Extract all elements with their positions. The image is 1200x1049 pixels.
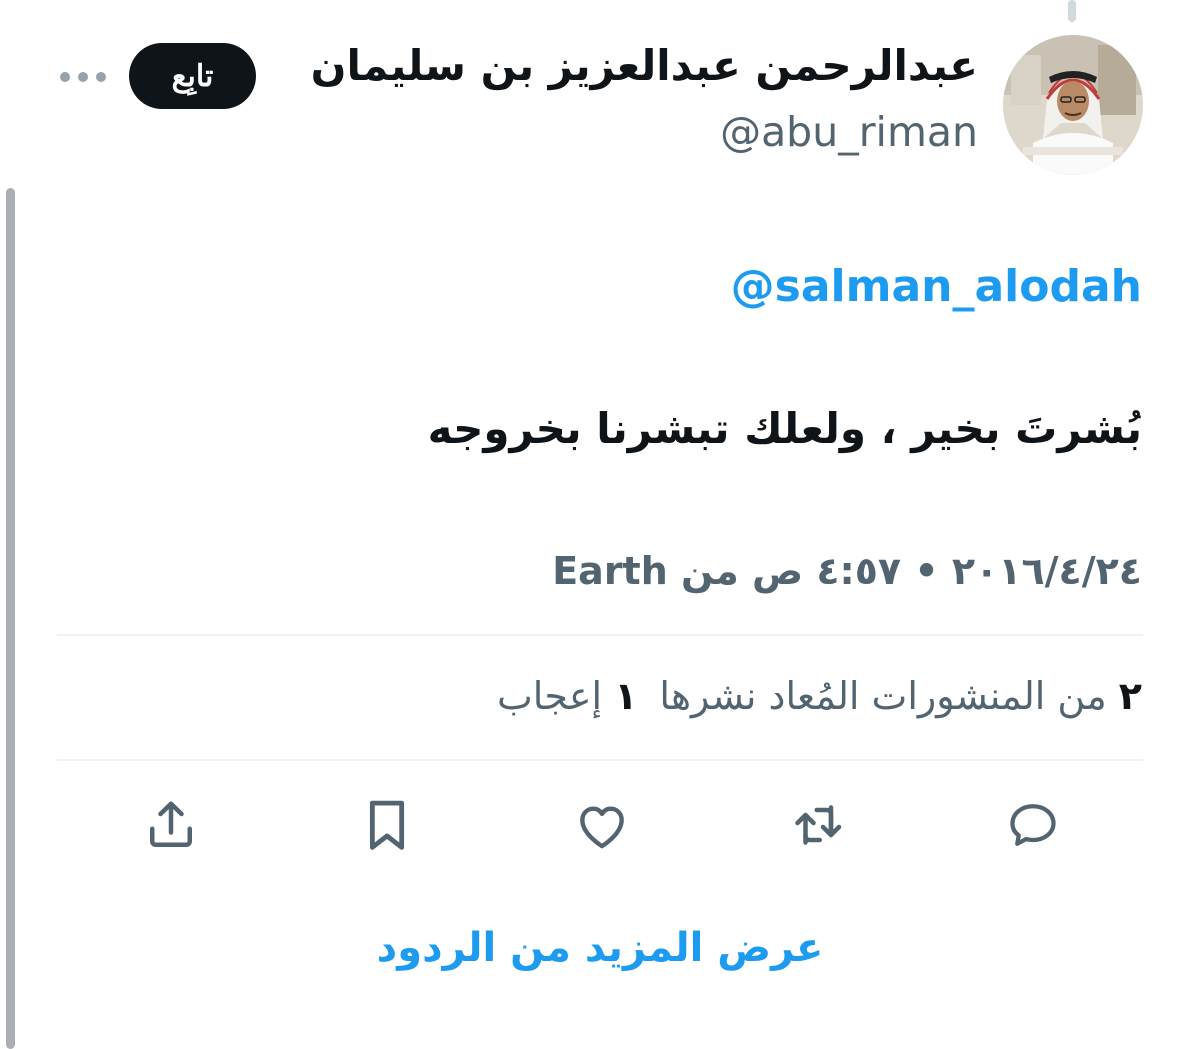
more-dot bbox=[60, 72, 70, 82]
more-dot bbox=[78, 72, 88, 82]
repost-icon bbox=[795, 805, 842, 845]
avatar[interactable] bbox=[1003, 35, 1143, 175]
divider bbox=[57, 634, 1143, 636]
reply-button[interactable] bbox=[998, 790, 1068, 860]
tweet-timestamp[interactable]: ٢٠١٦/٤/٢٤ • ٤:٥٧ ص من Earth bbox=[552, 552, 1142, 590]
thread-connector-line bbox=[1068, 0, 1076, 22]
avatar-photo bbox=[1003, 35, 1143, 175]
share-button[interactable] bbox=[136, 790, 206, 860]
bookmark-icon bbox=[369, 800, 405, 850]
repost-button[interactable] bbox=[783, 790, 853, 860]
scrollbar[interactable] bbox=[6, 188, 15, 1049]
like-icon bbox=[580, 806, 624, 849]
more-dot bbox=[96, 72, 106, 82]
mention-link[interactable]: @salman_alodah bbox=[731, 265, 1142, 309]
tweet-actions-bar bbox=[0, 790, 1200, 860]
engagement-stats: ٢ من المنشورات المُعاد نشرها ١ إعجاب bbox=[497, 677, 1142, 715]
likes-label: إعجاب bbox=[496, 674, 603, 718]
tweet-source: Earth bbox=[552, 549, 668, 593]
author-name[interactable]: عبدالرحمن عبدالعزيز بن سليمان bbox=[311, 45, 978, 87]
reposts-count: ٢ bbox=[1118, 674, 1142, 718]
bookmark-button[interactable] bbox=[352, 790, 422, 860]
more-options-icon[interactable] bbox=[60, 62, 106, 92]
likes-stat[interactable]: ١ إعجاب bbox=[497, 674, 637, 718]
show-more-replies: عرض المزيد من الردود bbox=[0, 928, 1200, 968]
reply-icon bbox=[1010, 804, 1056, 846]
share-icon bbox=[150, 801, 192, 847]
likes-count: ١ bbox=[614, 674, 638, 718]
source-prefix: من bbox=[681, 549, 739, 593]
divider bbox=[57, 759, 1143, 761]
follow-button[interactable]: تابِع bbox=[129, 43, 256, 109]
tweet-date-time[interactable]: ٢٠١٦/٤/٢٤ • ٤:٥٧ ص bbox=[752, 549, 1142, 593]
show-more-replies-link[interactable]: عرض المزيد من الردود bbox=[377, 925, 824, 971]
reposts-stat[interactable]: ٢ من المنشورات المُعاد نشرها bbox=[659, 674, 1142, 718]
author-handle[interactable]: @abu_riman bbox=[720, 112, 978, 153]
tweet-text: بُشرتَ بخير ، ولعلك تبشرنا بخروجه bbox=[427, 404, 1142, 453]
reposts-label: من المنشورات المُعاد نشرها bbox=[659, 674, 1107, 718]
like-button[interactable] bbox=[567, 790, 637, 860]
